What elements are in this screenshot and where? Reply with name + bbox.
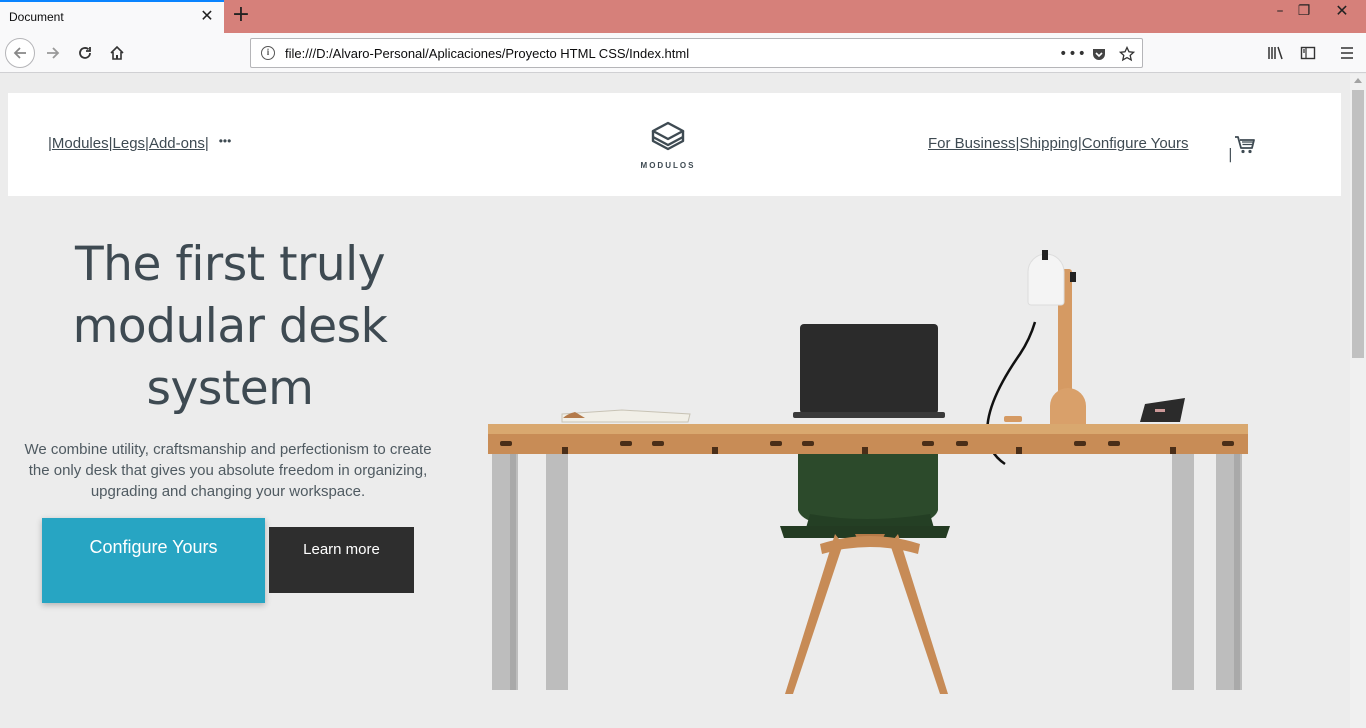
nav-link-add-ons[interactable]: Add-ons — [149, 135, 205, 152]
close-window-icon[interactable]: ✕ — [1318, 2, 1366, 22]
nav-left: | Modules | Legs | Add-ons | ••• — [48, 133, 232, 153]
book-icon — [561, 409, 691, 423]
back-icon[interactable] — [5, 38, 35, 68]
laptop-icon — [793, 324, 945, 418]
scroll-up-icon[interactable] — [1354, 78, 1362, 83]
hero-subtitle: We combine utility, craftsmanship and pe… — [24, 441, 432, 500]
learn-more-button[interactable]: Learn more — [269, 527, 414, 593]
nav-link-for-business[interactable]: For Business — [928, 135, 1016, 152]
site-header: | Modules | Legs | Add-ons | ••• MODULOS… — [8, 93, 1341, 196]
logo-mark-icon — [651, 121, 685, 151]
minimize-icon[interactable]: – — [1270, 2, 1290, 22]
url-text: file:///D:/Alvaro-Personal/Aplicaciones/… — [285, 46, 690, 61]
browser-tab[interactable]: Document ✕ — [0, 0, 224, 33]
bookmark-star-icon[interactable] — [1117, 44, 1137, 64]
nav-link-configure-yours[interactable]: Configure Yours — [1082, 135, 1189, 152]
separator: | — [1228, 147, 1233, 163]
navigation-toolbar: i file:///D:/Alvaro-Personal/Aplicacione… — [0, 33, 1366, 73]
cart-icon[interactable] — [1234, 135, 1256, 155]
page-scrollbar[interactable] — [1350, 74, 1366, 728]
phone-icon — [1140, 398, 1185, 422]
nav-link-modules[interactable]: Modules — [52, 135, 109, 152]
sidebar-icon[interactable] — [1297, 42, 1319, 64]
chair-icon — [780, 440, 950, 694]
close-tab-icon[interactable]: ✕ — [199, 8, 215, 24]
home-icon[interactable] — [106, 42, 128, 64]
nav-link-legs[interactable]: Legs — [113, 135, 146, 152]
desk-product-image — [488, 250, 1248, 694]
pocket-icon[interactable] — [1089, 44, 1109, 64]
restore-icon[interactable]: ❐ — [1294, 2, 1314, 22]
page-viewport: | Modules | Legs | Add-ons | ••• MODULOS… — [0, 74, 1350, 728]
forward-icon[interactable] — [42, 42, 64, 64]
info-icon[interactable]: i — [261, 46, 275, 60]
logo[interactable]: MODULOS — [638, 121, 698, 170]
logo-text: MODULOS — [640, 161, 696, 170]
more-icon[interactable]: ••• — [219, 134, 232, 148]
desk-top — [488, 424, 1248, 454]
page-actions-icon[interactable]: ••• — [1059, 44, 1086, 64]
tab-strip: Document ✕ + – ❐ ✕ — [0, 0, 1366, 33]
url-bar[interactable]: i file:///D:/Alvaro-Personal/Aplicacione… — [250, 38, 1143, 68]
nav-right: For Business | Shipping | Configure Your… — [928, 135, 1189, 152]
menu-icon[interactable] — [1336, 42, 1358, 64]
nav-link-shipping[interactable]: Shipping — [1019, 135, 1077, 152]
configure-yours-button[interactable]: Configure Yours — [42, 518, 265, 603]
hero-title: The first truly modular desk system — [72, 237, 388, 416]
reload-icon[interactable] — [74, 42, 96, 64]
tab-title: Document — [9, 10, 64, 24]
library-icon[interactable] — [1265, 42, 1287, 64]
new-tab-icon[interactable]: + — [230, 4, 252, 27]
scroll-thumb[interactable] — [1352, 90, 1364, 358]
